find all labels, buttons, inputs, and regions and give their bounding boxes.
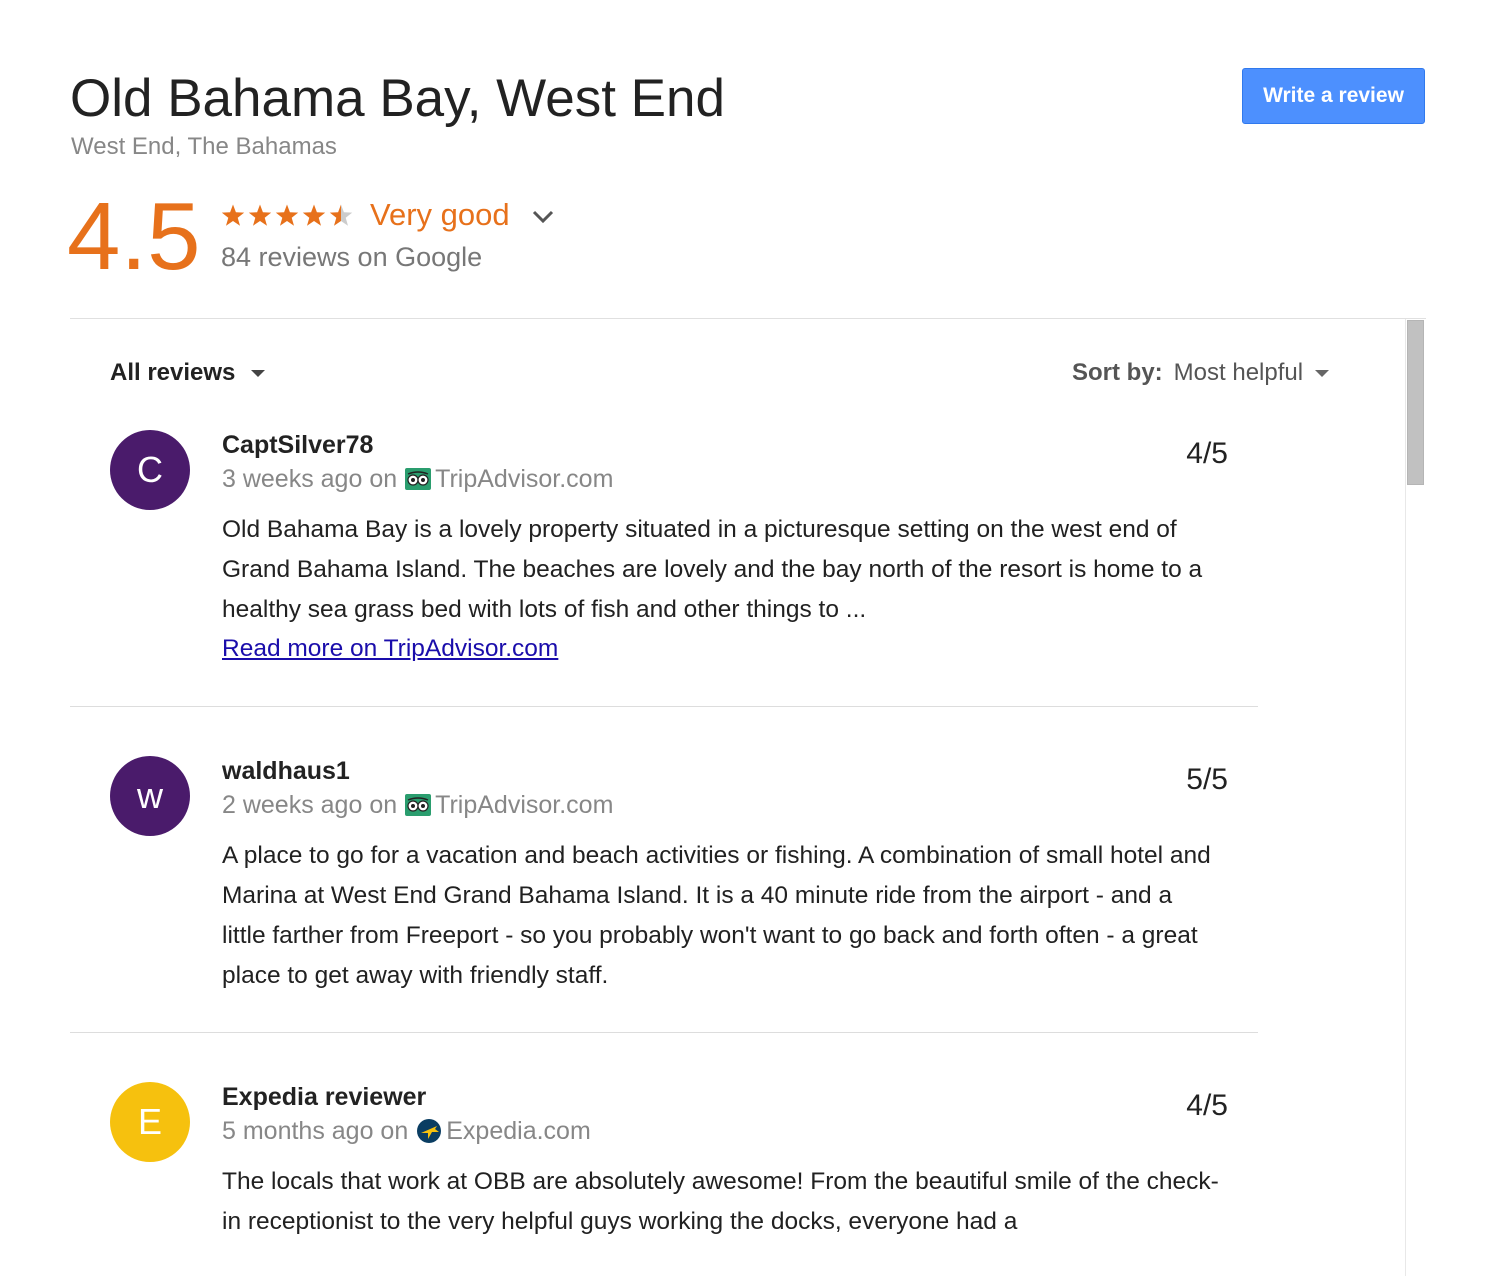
review-source: Expedia.com — [446, 1117, 591, 1145]
sort-value: Most helpful — [1173, 359, 1304, 386]
expedia-icon — [416, 1118, 442, 1144]
star-icon — [302, 204, 326, 226]
review-divider — [70, 1032, 1258, 1033]
review-score: 4/5 — [1186, 1089, 1228, 1122]
rating-score: 4.5 — [67, 183, 201, 290]
review-meta: 5 months ago on Expedia.com — [222, 1116, 591, 1146]
reviews-filter-dropdown[interactable]: All reviews — [110, 358, 266, 388]
star-icon — [221, 204, 245, 226]
reviewer-name[interactable]: waldhaus1 — [222, 756, 350, 786]
chevron-down-icon[interactable] — [528, 202, 558, 232]
sort-dropdown[interactable]: Sort by: Most helpful — [1072, 358, 1330, 388]
tripadvisor-icon — [405, 468, 432, 490]
reviewer-name[interactable]: CaptSilver78 — [222, 430, 373, 460]
review-count: 84 reviews on Google — [221, 242, 483, 272]
write-review-button[interactable]: Write a review — [1242, 68, 1425, 124]
caret-down-icon — [251, 369, 266, 377]
review-text: A place to go for a vacation and beach a… — [222, 842, 1211, 989]
review-text: The locals that work at OBB are absolute… — [222, 1168, 1219, 1235]
sort-label: Sort by: — [1072, 359, 1163, 386]
review-item: E Expedia reviewer 5 months ago on Exped… — [70, 1082, 1258, 1276]
tripadvisor-icon — [405, 794, 432, 816]
read-more-link[interactable]: Read more on TripAdvisor.com — [222, 634, 558, 664]
rating-stars — [221, 200, 357, 230]
review-meta: 2 weeks ago on TripAdvisor.com — [222, 790, 613, 820]
review-text: Old Bahama Bay is a lovely property situ… — [222, 516, 1203, 623]
avatar[interactable]: E — [110, 1082, 190, 1162]
star-icon — [275, 204, 299, 226]
review-score: 4/5 — [1186, 437, 1228, 470]
rating-label: Very good — [370, 197, 510, 232]
section-divider — [70, 318, 1426, 319]
review-meta: 3 weeks ago on TripAdvisor.com — [222, 464, 613, 494]
review-time: 3 weeks ago on — [222, 465, 398, 493]
star-icon — [248, 204, 272, 226]
review-time: 5 months ago on — [222, 1117, 409, 1145]
review-source: TripAdvisor.com — [435, 465, 614, 493]
place-title: Old Bahama Bay, West End — [70, 69, 725, 128]
review-source: TripAdvisor.com — [435, 791, 614, 819]
review-item: w waldhaus1 2 weeks ago on TripAdvisor.c… — [70, 756, 1258, 996]
filter-label: All reviews — [110, 359, 236, 386]
avatar[interactable]: C — [110, 430, 190, 510]
review-time: 2 weeks ago on — [222, 791, 398, 819]
reviewer-name[interactable]: Expedia reviewer — [222, 1082, 426, 1112]
half-star-icon — [329, 204, 353, 226]
avatar[interactable]: w — [110, 756, 190, 836]
scrollbar-thumb[interactable] — [1407, 320, 1424, 485]
review-score: 5/5 — [1186, 763, 1228, 796]
review-item: C CaptSilver78 3 weeks ago on TripAdviso… — [70, 430, 1258, 690]
caret-down-icon — [1315, 369, 1330, 377]
star-rating-icon — [221, 204, 353, 226]
place-location: West End, The Bahamas — [71, 133, 337, 160]
review-divider — [70, 706, 1258, 707]
